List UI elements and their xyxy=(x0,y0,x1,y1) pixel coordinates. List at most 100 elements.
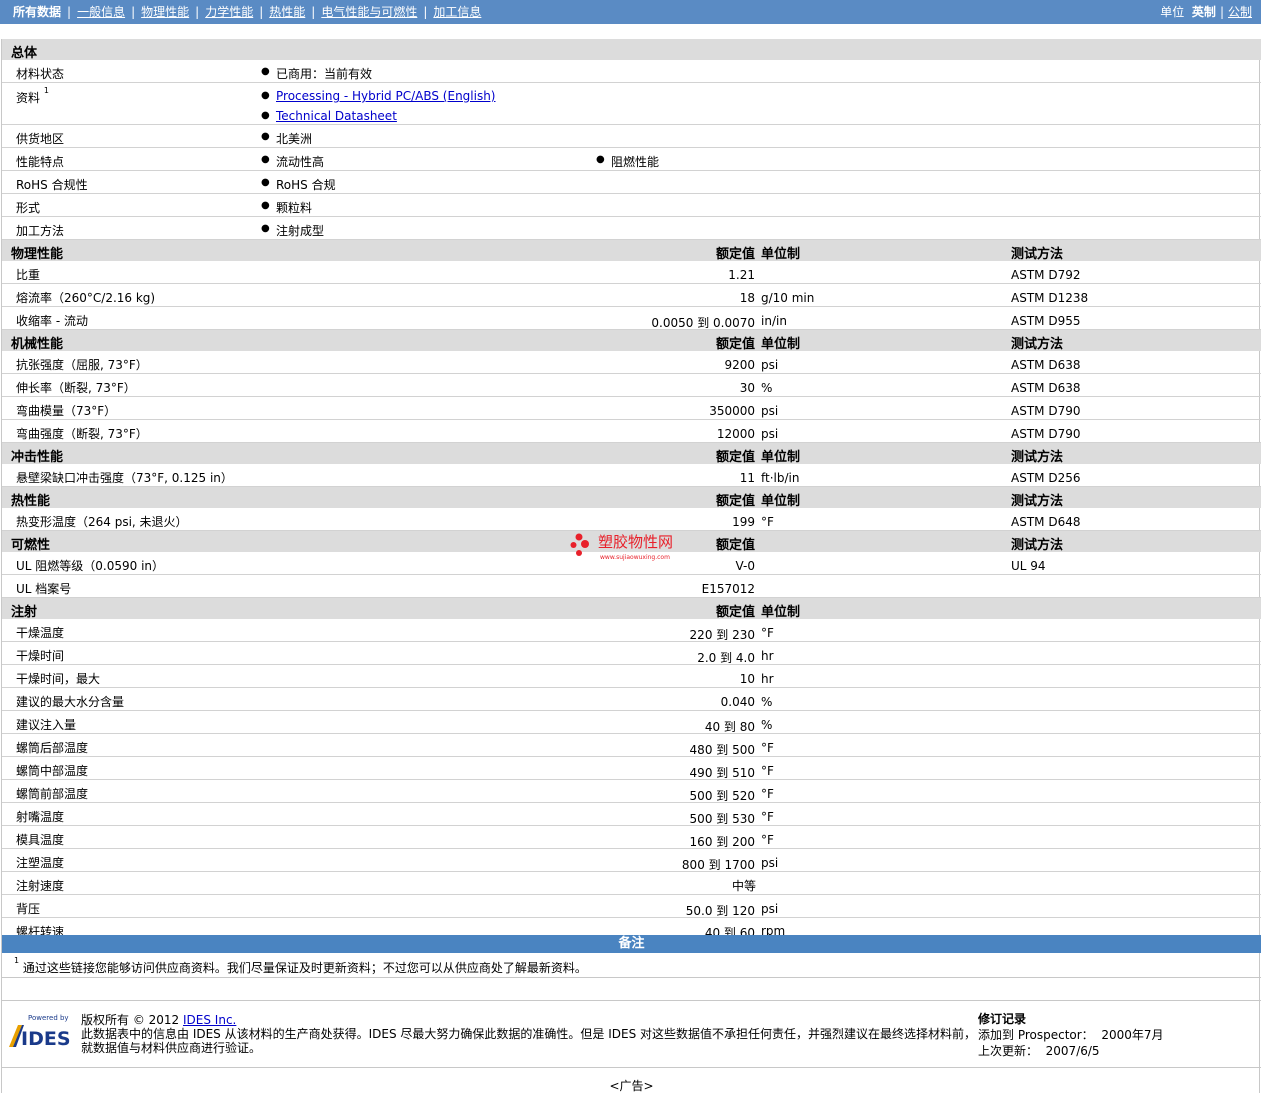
table-row: 性能特点 ● 流动性高 ● 阻燃性能 xyxy=(2,148,1261,171)
column-header-unit: 单位制 xyxy=(761,337,801,352)
row-label: 材料状态 xyxy=(16,67,65,81)
section-header-general: 总体 xyxy=(2,39,1261,61)
column-header-value: 额定值 xyxy=(715,337,755,352)
row-unit: °F xyxy=(761,515,774,529)
label-text: 资料 xyxy=(16,91,41,105)
row-value: 40 到 80 xyxy=(704,720,755,734)
section-title: 总体 xyxy=(11,46,38,61)
table-row: 螺杆转速 40 到 60 rpm xyxy=(2,918,1261,940)
tab-processing[interactable]: 加工信息 xyxy=(433,5,481,19)
tab-mechanical[interactable]: 力学性能 xyxy=(205,5,253,19)
column-header-value: 额定值 xyxy=(715,450,755,465)
ides-link[interactable]: IDES Inc. xyxy=(183,1013,236,1027)
bullet-icon: ● xyxy=(261,131,270,142)
section-header-mechanical: 机械性能 额定值 单位制 测试方法 xyxy=(2,330,1261,352)
table-row: 背压 50.0 到 120 psi xyxy=(2,895,1261,918)
column-header-method: 测试方法 xyxy=(1011,538,1064,553)
row-label: 螺筒后部温度 xyxy=(16,741,89,755)
row-method: ASTM D790 xyxy=(1011,404,1081,418)
row-unit: psi xyxy=(761,427,779,441)
tab-general-info[interactable]: 一般信息 xyxy=(77,5,125,19)
row-label: 注塑温度 xyxy=(16,856,65,870)
row-unit: psi xyxy=(761,358,779,372)
bullet-icon: ● xyxy=(261,154,270,165)
section-header-injection: 注射 额定值 单位制 xyxy=(2,598,1261,620)
tab-physical[interactable]: 物理性能 xyxy=(141,5,189,19)
row-value: 50.0 到 120 xyxy=(685,904,755,918)
table-row: 螺筒中部温度 490 到 510 °F xyxy=(2,757,1261,780)
row-method: ASTM D648 xyxy=(1011,515,1081,529)
revision-block: 修订记录 添加到 Prospector： 2000年7月 上次更新： 2007/… xyxy=(978,1011,1164,1059)
column-header-method: 测试方法 xyxy=(1011,247,1064,262)
row-label: 性能特点 xyxy=(16,155,65,169)
separator: | xyxy=(1219,5,1224,19)
row-label: 比重 xyxy=(16,268,41,282)
notes-header: 备注 xyxy=(2,935,1261,953)
row-value: 12000 xyxy=(716,427,755,441)
column-header-method: 测试方法 xyxy=(1011,494,1064,509)
row-method: ASTM D256 xyxy=(1011,471,1081,485)
table-row: 建议的最大水分含量 0.040% xyxy=(2,688,1261,711)
row-value: 2.0 到 4.0 xyxy=(697,651,755,665)
column-header-value: 额定值 xyxy=(715,605,755,620)
tab-electrical-flammability[interactable]: 电气性能与可燃性 xyxy=(321,5,417,19)
row-label: 注射速度 xyxy=(16,879,65,893)
table-row: 热变形温度（264 psi, 未退火） 199 °F ASTM D648 xyxy=(2,508,1261,531)
section-title: 可燃性 xyxy=(11,538,51,553)
section-header-physical: 物理性能 额定值 单位制 测试方法 xyxy=(2,240,1261,262)
unit-metric-link[interactable]: 公制 xyxy=(1228,5,1252,19)
row-label: 建议的最大水分含量 xyxy=(16,695,125,709)
row-value: 30 xyxy=(739,381,755,395)
row-unit: °F xyxy=(761,626,774,640)
tab-all-data[interactable]: 所有数据 xyxy=(13,5,61,19)
table-row: 抗张强度（屈服, 73°F） 9200 psi ASTM D638 xyxy=(2,351,1261,374)
item-text: 阻燃性能 xyxy=(611,155,660,169)
technical-datasheet-link[interactable]: Technical Datasheet xyxy=(276,109,397,123)
disclaimer-line-1: 此数据表中的信息由 IDES 从该材料的生产商处获得。IDES 尽最大努力确保此… xyxy=(81,1027,977,1041)
footer: Powered by IDES 版权所有 © 2012 IDES Inc. 此数… xyxy=(2,1000,1261,1068)
table-row: RoHS 合规性 ● RoHS 合规 xyxy=(2,171,1261,194)
row-label: 弯曲强度（断裂, 73°F） xyxy=(16,427,148,441)
table-row: 螺筒前部温度 500 到 520 °F xyxy=(2,780,1261,803)
row-unit: g/10 min xyxy=(761,291,815,305)
watermark-dot-icon xyxy=(576,550,582,556)
watermark-logo: 塑胶物性网 www.sujiaowuxing.com xyxy=(570,530,710,566)
page: 所有数据 | 一般信息 | 物理性能 | 力学性能 | 热性能 | 电气性能与可燃性 | 加工信息 单位… xyxy=(0,0,1261,1093)
row-value: 1.21 xyxy=(728,268,755,282)
row-label: 背压 xyxy=(16,902,41,916)
row-label: 收缩率 - 流动 xyxy=(16,314,88,328)
row-label: 热变形温度（264 psi, 未退火） xyxy=(16,515,188,529)
row-value: 350000 xyxy=(709,404,755,418)
row-value: 0.040 xyxy=(720,695,755,709)
row-label: RoHS 合规性 xyxy=(16,178,88,192)
row-value: 9200 xyxy=(724,358,755,372)
logo-powered-text: Powered by xyxy=(28,1014,69,1022)
ides-logo[interactable]: Powered by IDES xyxy=(8,1011,72,1051)
row-method: ASTM D638 xyxy=(1011,381,1081,395)
column-header-method: 测试方法 xyxy=(1011,337,1064,352)
row-label: 干燥时间 xyxy=(16,649,65,663)
unit-english-selected: 英制 xyxy=(1191,5,1216,19)
revision-added: 添加到 Prospector： 2000年7月 xyxy=(978,1027,1164,1043)
row-value: 160 到 200 xyxy=(689,835,755,849)
top-navigation-bar: 所有数据 | 一般信息 | 物理性能 | 力学性能 | 热性能 | 电气性能与可燃性 | 加工信息 单位… xyxy=(0,0,1261,24)
table-row: 形式 ● 颗粒料 xyxy=(2,194,1261,217)
column-header-value: 额定值 xyxy=(715,247,755,262)
table-row: 注塑温度 800 到 1700 psi xyxy=(2,849,1261,872)
row-method: ASTM D792 xyxy=(1011,268,1081,282)
tab-thermal[interactable]: 热性能 xyxy=(269,5,305,19)
table-row: 比重 1.21 ASTM D792 xyxy=(2,261,1261,284)
table-row: 射嘴温度 500 到 530 °F xyxy=(2,803,1261,826)
row-method: UL 94 xyxy=(1011,559,1046,573)
separator: | xyxy=(311,5,316,19)
separator: | xyxy=(195,5,200,19)
row-value: 500 到 520 xyxy=(689,789,755,803)
table-row: 螺筒后部温度 480 到 500 °F xyxy=(2,734,1261,757)
section-tabs: 所有数据 | 一般信息 | 物理性能 | 力学性能 | 热性能 | 电气性能与可燃性 | 加工信息 xyxy=(13,0,481,24)
row-label: 抗张强度（屈服, 73°F） xyxy=(16,358,148,372)
processing-guide-link[interactable]: Processing - Hybrid PC/ABS (English) xyxy=(276,89,496,103)
item-text: 注射成型 xyxy=(276,224,325,238)
revision-title: 修订记录 xyxy=(978,1012,1027,1026)
watermark-dot-icon xyxy=(570,542,577,548)
separator: | xyxy=(423,5,428,19)
